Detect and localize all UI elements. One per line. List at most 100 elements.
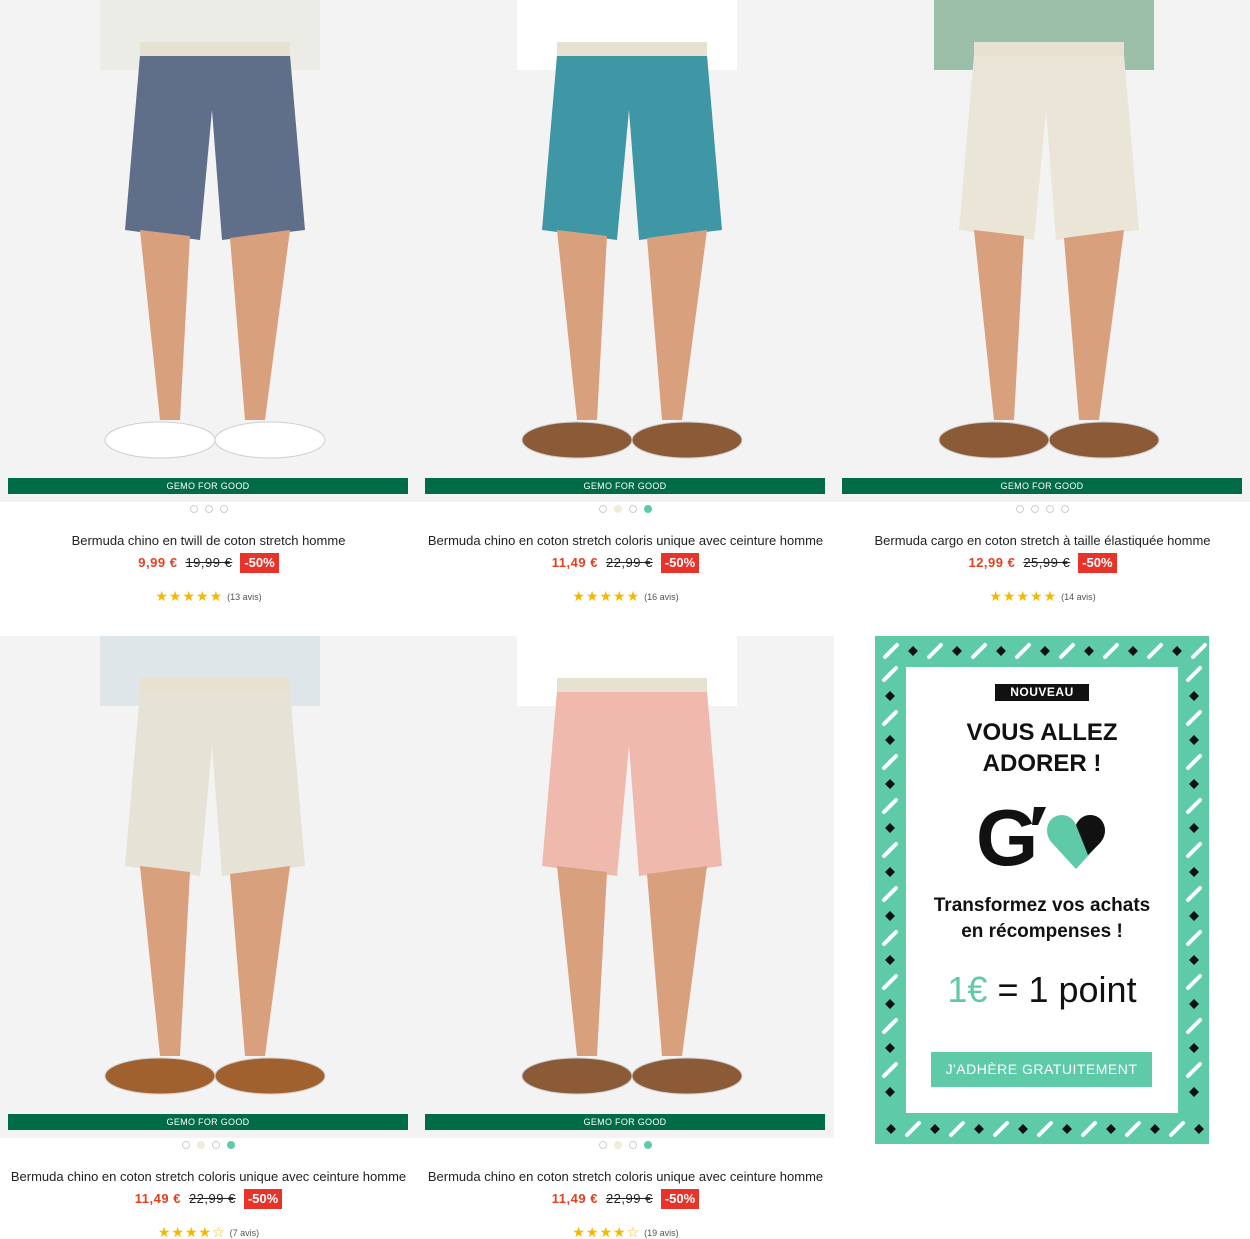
frame-diamond-icon bbox=[885, 691, 895, 701]
frame-diamond-icon bbox=[1128, 646, 1138, 656]
product-image[interactable]: GEMO FOR GOOD bbox=[0, 636, 417, 1138]
discount-badge: -50% bbox=[243, 1188, 283, 1209]
sale-price: 11,49 € bbox=[134, 1191, 181, 1206]
model-illustration bbox=[100, 0, 326, 459]
color-swatch[interactable] bbox=[1016, 505, 1024, 513]
product-card[interactable]: GEMO FOR GOOD Bermuda chino en twill de … bbox=[0, 0, 417, 620]
color-swatch[interactable] bbox=[614, 1141, 622, 1149]
left-leg-shape bbox=[140, 866, 190, 1056]
frame-diamond-icon bbox=[885, 999, 895, 1009]
gemo-for-good-badge: GEMO FOR GOOD bbox=[8, 478, 408, 494]
color-swatch[interactable] bbox=[182, 1141, 190, 1149]
color-swatch[interactable] bbox=[204, 505, 213, 513]
star-rating-icon: ★★★★★ bbox=[989, 588, 1058, 604]
logo-letter: G bbox=[976, 795, 1038, 875]
shorts-shape bbox=[542, 55, 722, 240]
frame-dash-icon bbox=[1186, 754, 1202, 770]
gemo-for-good-badge: GEMO FOR GOOD bbox=[425, 1114, 825, 1130]
frame-dash-icon bbox=[1191, 643, 1207, 659]
color-swatch[interactable] bbox=[197, 1141, 205, 1149]
product-name[interactable]: Bermuda cargo en coton stretch à taille … bbox=[834, 533, 1250, 548]
left-shoe-shape bbox=[938, 421, 1050, 459]
review-count[interactable]: (14 avis) bbox=[1061, 592, 1096, 602]
frame-dash-icon bbox=[949, 1121, 965, 1137]
price-row: 9,99 € 19,99 € -50% bbox=[0, 552, 417, 573]
loyalty-promo-banner[interactable]: NOUVEAU VOUS ALLEZ ADORER ! G Transforme… bbox=[875, 636, 1209, 1144]
color-swatch[interactable] bbox=[644, 1141, 652, 1149]
product-name[interactable]: Bermuda chino en coton stretch coloris u… bbox=[417, 1169, 834, 1184]
color-swatch[interactable] bbox=[219, 505, 228, 513]
product-grid: GEMO FOR GOOD Bermuda chino en twill de … bbox=[0, 0, 1250, 1239]
color-swatch[interactable] bbox=[1046, 505, 1054, 513]
color-swatch[interactable] bbox=[212, 1141, 220, 1149]
color-swatch[interactable] bbox=[1061, 505, 1069, 513]
promo-title: VOUS ALLEZ ADORER ! bbox=[906, 717, 1178, 779]
color-swatch[interactable] bbox=[599, 505, 607, 513]
frame-diamond-icon bbox=[1189, 867, 1199, 877]
frame-diamond-icon bbox=[952, 646, 962, 656]
frame-dash-icon bbox=[882, 886, 898, 902]
color-swatches bbox=[0, 505, 417, 515]
color-swatch[interactable] bbox=[1031, 505, 1039, 513]
promo-content: NOUVEAU VOUS ALLEZ ADORER ! G Transforme… bbox=[906, 667, 1178, 1113]
frame-dash-icon bbox=[927, 643, 943, 659]
sale-price: 11,49 € bbox=[551, 555, 598, 570]
color-swatches bbox=[0, 1141, 417, 1151]
price-row: 11,49 € 22,99 € -50% bbox=[417, 1188, 834, 1209]
product-image[interactable]: GEMO FOR GOOD bbox=[0, 0, 417, 502]
frame-diamond-icon bbox=[1018, 1124, 1028, 1134]
product-card[interactable]: GEMO FOR GOOD Bermuda cargo en coton str… bbox=[834, 0, 1250, 620]
left-leg-shape bbox=[557, 866, 607, 1056]
price-row: 11,49 € 22,99 € -50% bbox=[0, 1188, 417, 1209]
discount-badge: -50% bbox=[660, 1188, 700, 1209]
frame-diamond-icon bbox=[1189, 955, 1199, 965]
belt-shape bbox=[557, 678, 707, 692]
frame-diamond-icon bbox=[1084, 646, 1094, 656]
color-swatch[interactable] bbox=[227, 1141, 235, 1149]
shorts-shape bbox=[959, 55, 1139, 240]
product-card[interactable]: GEMO FOR GOOD Bermuda chino en coton str… bbox=[417, 636, 834, 1239]
review-count[interactable]: (19 avis) bbox=[644, 1228, 679, 1238]
frame-dash-icon bbox=[1186, 842, 1202, 858]
color-swatch[interactable] bbox=[629, 505, 637, 513]
product-image[interactable]: GEMO FOR GOOD bbox=[417, 0, 834, 502]
new-tag: NOUVEAU bbox=[995, 684, 1089, 701]
color-swatch[interactable] bbox=[614, 505, 622, 513]
left-shoe-shape bbox=[521, 1057, 633, 1095]
star-rating-icon: ★★★★☆ bbox=[157, 1224, 226, 1239]
color-swatch[interactable] bbox=[644, 505, 652, 513]
discount-badge: -50% bbox=[660, 552, 700, 573]
frame-diamond-icon bbox=[885, 1043, 895, 1053]
review-count[interactable]: (13 avis) bbox=[227, 592, 262, 602]
g-heart-logo-icon: G bbox=[976, 795, 1105, 875]
frame-dash-icon bbox=[1186, 710, 1202, 726]
product-image[interactable]: GEMO FOR GOOD bbox=[834, 0, 1250, 502]
sale-price: 9,99 € bbox=[138, 555, 178, 570]
product-name[interactable]: Bermuda chino en coton stretch coloris u… bbox=[0, 1169, 417, 1184]
product-card[interactable]: GEMO FOR GOOD Bermuda chino en coton str… bbox=[0, 636, 417, 1239]
frame-dash-icon bbox=[882, 798, 898, 814]
color-swatches bbox=[417, 1141, 834, 1151]
review-count[interactable]: (16 avis) bbox=[644, 592, 679, 602]
sale-price: 12,99 € bbox=[968, 555, 1016, 570]
frame-dash-icon bbox=[1186, 1018, 1202, 1034]
review-count[interactable]: (7 avis) bbox=[230, 1228, 260, 1238]
rating: ★★★★★ (16 avis) bbox=[417, 588, 834, 605]
right-shoe-shape bbox=[214, 421, 326, 459]
join-free-button[interactable]: J'ADHÈRE GRATUITEMENT bbox=[931, 1052, 1152, 1087]
color-swatch[interactable] bbox=[189, 505, 198, 513]
sale-price: 11,49 € bbox=[551, 1191, 598, 1206]
frame-diamond-icon bbox=[1194, 1124, 1204, 1134]
color-swatch[interactable] bbox=[599, 1141, 607, 1149]
color-swatch[interactable] bbox=[629, 1141, 637, 1149]
model-illustration bbox=[517, 0, 743, 459]
frame-dash-icon bbox=[1186, 798, 1202, 814]
product-name[interactable]: Bermuda chino en twill de coton stretch … bbox=[0, 533, 417, 548]
product-name[interactable]: Bermuda chino en coton stretch coloris u… bbox=[417, 533, 834, 548]
frame-diamond-icon bbox=[1189, 735, 1199, 745]
rating: ★★★★☆ (7 avis) bbox=[0, 1224, 417, 1239]
product-image[interactable]: GEMO FOR GOOD bbox=[417, 636, 834, 1138]
product-card[interactable]: GEMO FOR GOOD Bermuda chino en coton str… bbox=[417, 0, 834, 620]
price-row: 11,49 € 22,99 € -50% bbox=[417, 552, 834, 573]
frame-diamond-icon bbox=[885, 823, 895, 833]
